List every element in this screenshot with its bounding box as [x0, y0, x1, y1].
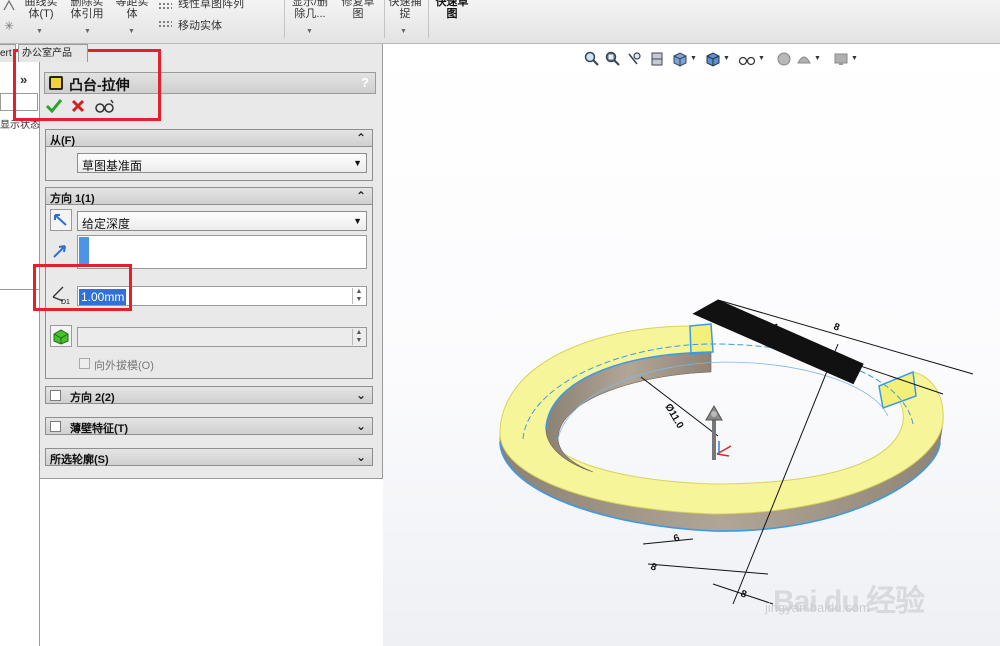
section-from-header[interactable]: 从(F) ⌃ — [45, 129, 373, 147]
left-panel-strip: ert 办公室产品 » 显示状态 ◂◂◂ — [0, 44, 88, 646]
draft-angle-input[interactable]: ▲ ▼ — [77, 327, 367, 347]
ribbon-display-relations-button[interactable]: 显示/删 除几... — [288, 0, 332, 20]
dim-label: 8 — [832, 321, 841, 333]
graphics-area[interactable]: ▼ ▼ ▼ ▼ ▼ 4 8 Ø11.0 6 8 8 Bai du 经验 jing… — [383, 44, 1000, 646]
chevron-down-icon[interactable]: ▼ — [36, 28, 43, 35]
ribbon-separator — [384, 0, 385, 38]
extruded-ring-model: 4 8 Ø11.0 6 8 8 — [499, 299, 974, 605]
section-direction2-title: 方向 2(2) — [70, 392, 115, 404]
help-icon[interactable]: ? — [361, 75, 369, 90]
spin-arrows-icon[interactable]: ▲ ▼ — [352, 329, 365, 345]
direction2-checkbox[interactable] — [50, 390, 61, 401]
callout-depth-highlight — [33, 264, 132, 311]
ribbon-quick-snaps-button[interactable]: 快速捕 捉 — [386, 0, 424, 20]
tab-office-products[interactable]: 办公室产品 — [18, 44, 88, 62]
ribbon-intersection-button[interactable]: 删除实 体引用 — [66, 0, 108, 20]
move-entities-icon — [158, 20, 172, 28]
spin-arrows-icon[interactable]: ▲ ▼ — [352, 288, 365, 304]
expand-chevron-icon[interactable]: ⌄ — [356, 419, 366, 433]
draft-outward-label: 向外拔模(O) — [94, 360, 154, 372]
chevron-down-icon[interactable]: ▼ — [306, 28, 313, 35]
dim-label: 6 — [672, 532, 681, 544]
section-from-title: 从(F) — [50, 135, 76, 147]
expand-chevron-icon[interactable]: ⌄ — [356, 450, 366, 464]
section-direction1-header[interactable]: 方向 1(1) ⌃ — [45, 187, 373, 205]
section-thin-feature-header[interactable]: 薄壁特征(T) ⌄ — [45, 417, 373, 435]
ribbon-offset-entities-button[interactable]: 等距实 体 — [112, 0, 152, 20]
command-manager-ribbon: 曲线实 体(T) ▼ 删除实 体引用 ▼ 等距实 体 ▼ 线性草图阵列 移动实体… — [0, 0, 1000, 44]
dim-label: Ø11.0 — [662, 402, 685, 431]
asterisk-icon: ✳ — [4, 19, 15, 33]
dropdown-arrow-icon: ▼ — [353, 216, 362, 226]
dim-label: 8 — [649, 561, 658, 573]
watermark-url-text: jingyan.baidu.com — [765, 600, 870, 615]
ribbon-separator — [284, 0, 285, 38]
section-selected-contours-title: 所选轮廓(S) — [50, 454, 109, 466]
end-condition-select[interactable]: 给定深度 ▼ — [77, 211, 367, 231]
direction-arrow-icon — [50, 241, 72, 263]
collapse-chevron-icon[interactable]: ⌃ — [356, 189, 366, 203]
ribbon-convert-button[interactable]: 曲线实 体(T) — [20, 0, 62, 20]
selection-focus-mark — [79, 237, 89, 267]
from-start-condition-select[interactable]: 草图基准面 ▼ — [77, 153, 367, 173]
ribbon-linear-pattern-button[interactable]: 线性草图阵列 — [178, 0, 244, 10]
trim-entities-icon — [3, 0, 15, 11]
ribbon-separator — [428, 0, 429, 38]
ribbon-repair-sketch-button[interactable]: 修复草 图 — [336, 0, 380, 20]
collapse-chevron-icon[interactable]: ⌃ — [356, 131, 366, 145]
chevron-down-icon[interactable]: ▼ — [128, 28, 135, 35]
reverse-direction-icon[interactable] — [50, 209, 72, 231]
drag-handle-arrow-icon[interactable] — [705, 404, 732, 460]
linear-pattern-icon — [158, 2, 172, 10]
thin-feature-checkbox[interactable] — [50, 421, 61, 432]
section-direction2-header[interactable]: 方向 2(2) ⌄ — [45, 386, 373, 404]
expand-chevron-icon[interactable]: ⌄ — [356, 388, 366, 402]
chevron-down-icon[interactable]: ▼ — [400, 28, 407, 35]
chevron-down-icon[interactable]: ▼ — [84, 28, 91, 35]
section-selected-contours-header[interactable]: 所选轮廓(S) ⌄ — [45, 448, 373, 466]
ribbon-move-entities-button[interactable]: 移动实体 — [178, 20, 222, 32]
end-condition-value: 给定深度 — [82, 217, 131, 231]
draft-icon[interactable] — [50, 325, 72, 347]
ribbon-rapid-sketch-button[interactable]: 快速草 图 — [430, 0, 474, 20]
dropdown-arrow-icon: ▼ — [353, 158, 362, 168]
section-thin-feature-title: 薄壁特征(T) — [70, 423, 129, 435]
ring-end-face-left — [689, 323, 714, 355]
section-direction1-title: 方向 1(1) — [50, 193, 95, 205]
draft-outward-checkbox[interactable] — [79, 358, 90, 369]
dim-label: 8 — [739, 588, 748, 600]
from-value: 草图基准面 — [82, 159, 143, 173]
section-from-body: 草图基准面 ▼ — [45, 147, 373, 181]
